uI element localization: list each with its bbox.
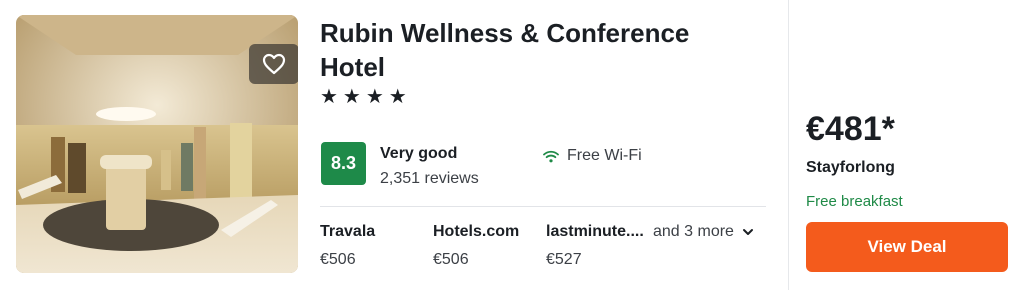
amenity-label: Free Wi-Fi [567, 147, 642, 164]
provider-price: €506 [320, 251, 356, 268]
hotel-name[interactable]: Rubin Wellness & Conference Hotel [320, 16, 750, 84]
chevron-down-icon [742, 229, 753, 235]
provider-offer[interactable]: Travala €506 [320, 223, 375, 269]
rating-label: Very good [380, 145, 458, 162]
heart-icon [262, 53, 286, 75]
more-providers-label: and 3 more [653, 223, 734, 240]
provider-price: €527 [546, 251, 582, 268]
deal-site: Stayforlong [806, 159, 895, 176]
provider-name: lastminute.... [546, 223, 644, 240]
more-providers-toggle[interactable]: and 3 more [653, 223, 754, 241]
provider-name: Travala [320, 223, 376, 240]
star-rating: ★★★★ [320, 86, 412, 108]
view-deal-button[interactable]: View Deal [806, 222, 1008, 272]
provider-offer[interactable]: Hotels.com €506 [433, 223, 519, 269]
provider-price: €506 [433, 251, 469, 268]
wifi-icon [543, 150, 559, 162]
favorite-button[interactable] [249, 44, 298, 84]
rating-score-badge: 8.3 [321, 142, 366, 185]
best-price: €481* [806, 110, 895, 148]
hotel-card: Rubin Wellness & Conference Hotel ★★★★ 8… [0, 0, 1024, 290]
amenity-wifi: Free Wi-Fi [543, 147, 642, 165]
hotel-photo[interactable] [16, 15, 298, 273]
divider [320, 206, 766, 207]
section-divider [788, 0, 789, 290]
deal-perk: Free breakfast [806, 193, 903, 210]
provider-name: Hotels.com [433, 223, 520, 240]
review-count[interactable]: 2,351 reviews [380, 170, 479, 188]
provider-offer[interactable]: lastminute.... €527 [546, 223, 644, 269]
